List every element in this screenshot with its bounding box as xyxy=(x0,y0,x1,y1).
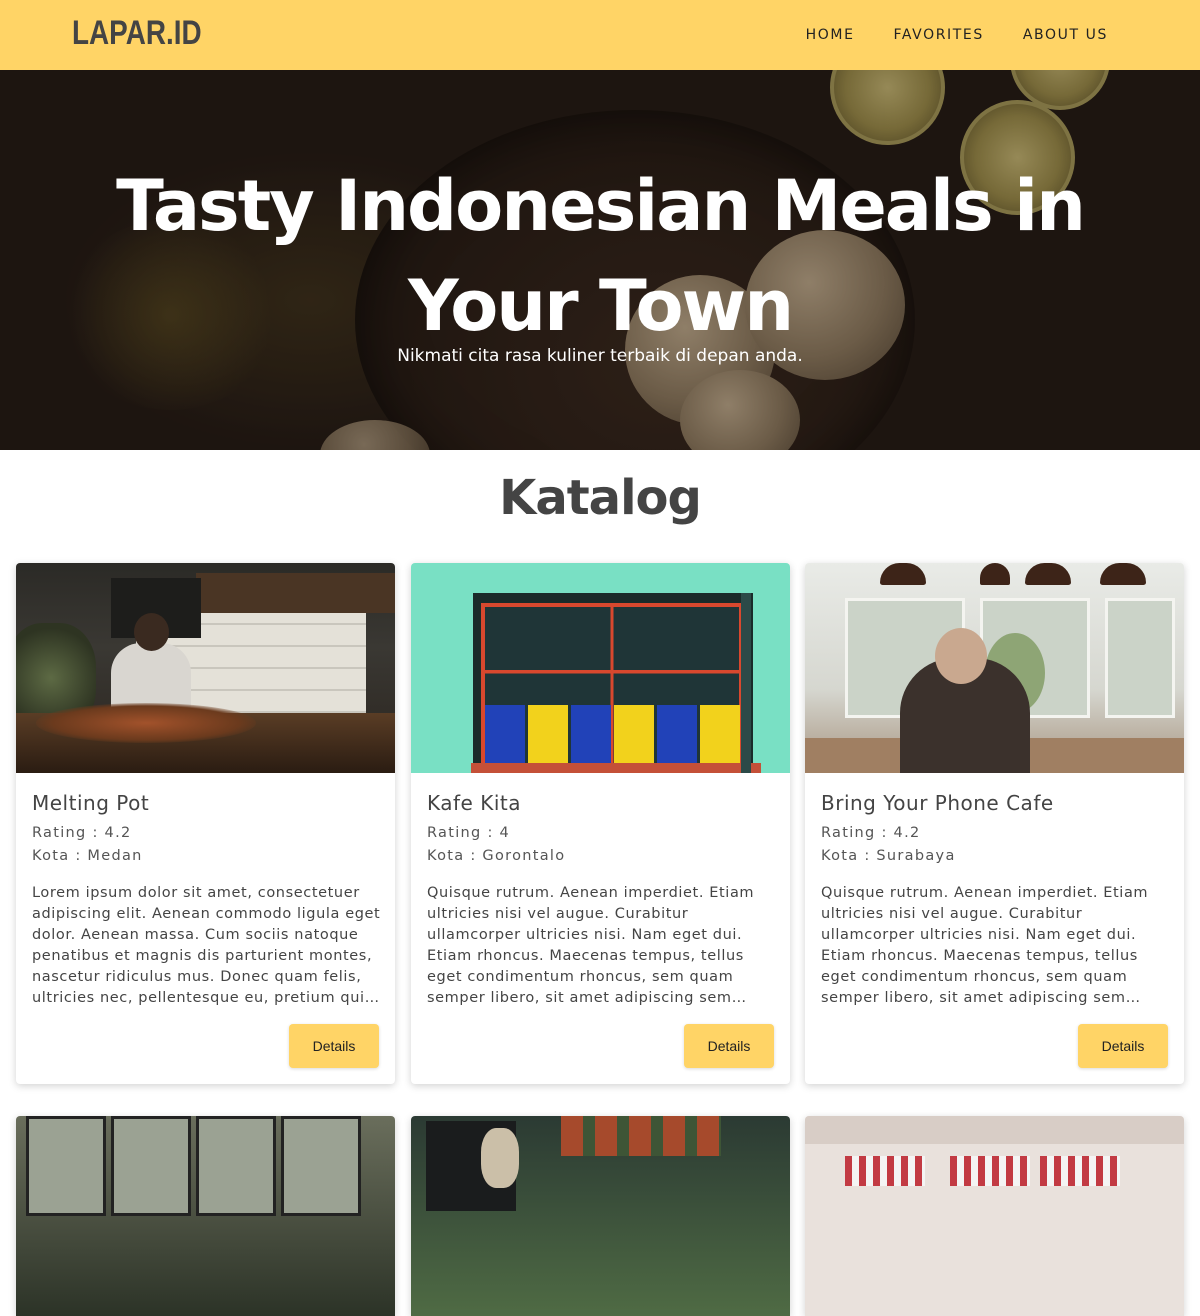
restaurant-city: Kota : Surabaya xyxy=(821,848,956,864)
main-nav: HOME FAVORITES ABOUT US xyxy=(767,0,1108,70)
restaurant-description: Quisque rutrum. Aenean imperdiet. Etiam … xyxy=(427,885,755,1006)
hero-title: Tasty Indonesian Meals in Your Town xyxy=(116,165,1086,347)
details-button[interactable]: Details xyxy=(1078,1024,1168,1068)
hero-banner: Tasty Indonesian Meals in Your Town Nikm… xyxy=(0,70,1200,450)
restaurant-image xyxy=(16,1116,395,1316)
restaurant-rating: Rating : 4.2 xyxy=(32,825,132,841)
restaurant-image xyxy=(411,1116,790,1316)
restaurant-card xyxy=(805,1116,1184,1316)
restaurant-image xyxy=(805,1116,1184,1316)
restaurant-name: Bring Your Phone Cafe xyxy=(821,791,1054,815)
restaurant-rating: Rating : 4.2 xyxy=(821,825,921,841)
restaurant-rating: Rating : 4 xyxy=(427,825,511,841)
restaurant-name: Melting Pot xyxy=(32,791,150,815)
restaurant-city: Kota : Gorontalo xyxy=(427,848,566,864)
details-button[interactable]: Details xyxy=(289,1024,379,1068)
site-logo[interactable]: LAPAR.ID xyxy=(72,14,202,53)
nav-favorites-link[interactable]: FAVORITES xyxy=(894,27,984,43)
restaurant-card: Kafe Kita Rating : 4 Kota : Gorontalo Qu… xyxy=(411,563,790,1084)
details-button[interactable]: Details xyxy=(684,1024,774,1068)
restaurant-card: Bring Your Phone Cafe Rating : 4.2 Kota … xyxy=(805,563,1184,1084)
hero-subtitle: Nikmati cita rasa kuliner terbaik di dep… xyxy=(397,346,803,366)
restaurant-image xyxy=(805,563,1184,773)
restaurant-card: Melting Pot Rating : 4.2 Kota : Medan Lo… xyxy=(16,563,395,1084)
restaurant-description: Quisque rutrum. Aenean imperdiet. Etiam … xyxy=(821,885,1149,1006)
restaurant-city: Kota : Medan xyxy=(32,848,143,864)
site-header: LAPAR.ID HOME FAVORITES ABOUT US xyxy=(0,0,1200,70)
catalog-title: Katalog xyxy=(499,470,702,526)
restaurant-image xyxy=(411,563,790,773)
nav-home-link[interactable]: HOME xyxy=(806,27,855,43)
restaurant-card xyxy=(16,1116,395,1316)
restaurant-description: Lorem ipsum dolor sit amet, consectetuer… xyxy=(32,885,381,1006)
nav-about-link[interactable]: ABOUT US xyxy=(1023,27,1108,43)
restaurant-card xyxy=(411,1116,790,1316)
restaurant-name: Kafe Kita xyxy=(427,791,521,815)
restaurant-image xyxy=(16,563,395,773)
